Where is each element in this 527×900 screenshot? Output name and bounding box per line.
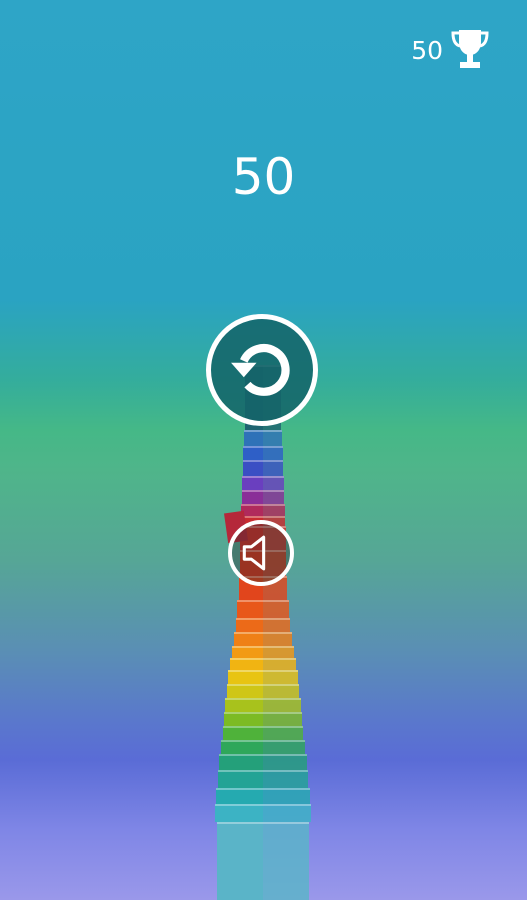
best-score: 50 [411, 28, 489, 72]
tower-block [243, 446, 283, 460]
sound-button[interactable] [228, 520, 294, 586]
speaker-icon [242, 535, 266, 571]
tower-block [219, 754, 307, 770]
block-tower [215, 365, 311, 900]
restart-icon [231, 344, 290, 396]
tower-block [228, 670, 298, 684]
tower-block [242, 476, 284, 490]
current-score: 50 [231, 148, 296, 206]
tower-block [244, 430, 282, 446]
tower-block [217, 822, 309, 900]
tower-block [227, 684, 299, 698]
trophy-icon [451, 30, 489, 68]
tower-block [241, 504, 285, 516]
tower-block [243, 460, 283, 476]
best-score-value: 50 [411, 35, 443, 65]
tower-block [215, 804, 311, 822]
tower-block [236, 618, 290, 632]
tower-block [242, 490, 284, 504]
tower-block [232, 646, 294, 658]
tower-block [225, 698, 301, 712]
tower-block [216, 788, 310, 804]
tower-block [218, 770, 308, 788]
tower-block [234, 632, 292, 646]
tower-block [224, 712, 302, 726]
tower-block [223, 726, 303, 740]
tower-block [230, 658, 296, 670]
tower-block [221, 740, 305, 754]
tower-block [237, 600, 289, 618]
restart-button[interactable] [206, 314, 318, 426]
